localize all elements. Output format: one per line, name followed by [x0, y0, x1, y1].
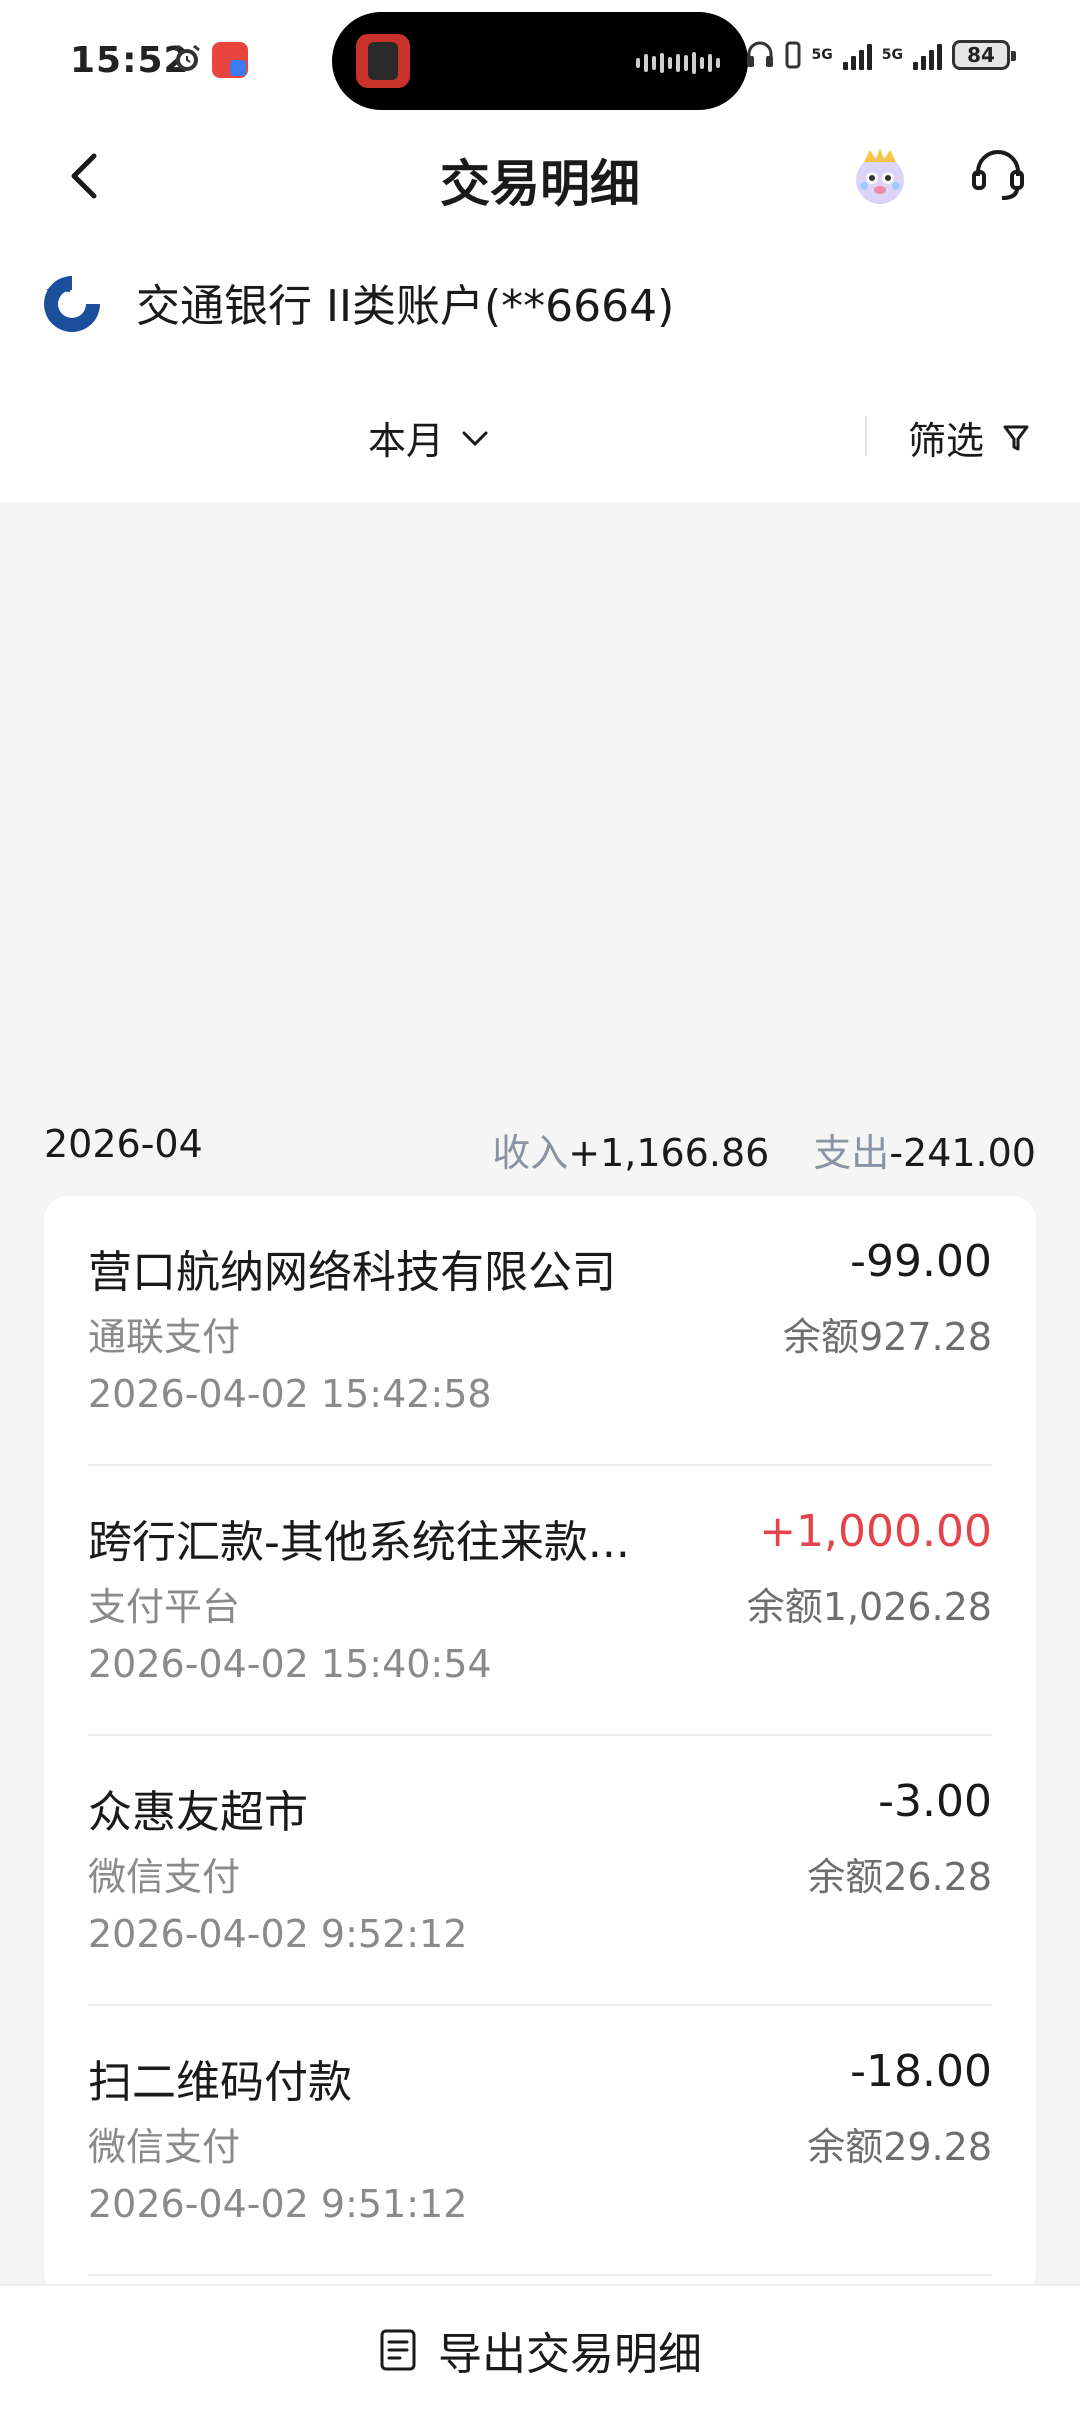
transaction-balance: 余额26.28	[807, 1855, 992, 1899]
customer-service-icon[interactable]	[968, 144, 1028, 204]
transaction-title: 众惠友超市	[88, 1787, 308, 1838]
transaction-row[interactable]: 跨行汇款-其他系统往来款... +1,000.00 支付平台 余额1,026.2…	[88, 1466, 992, 1736]
headphones-icon	[746, 41, 773, 67]
filter-label: 筛选	[908, 419, 985, 463]
filter-funnel-icon	[1003, 425, 1029, 450]
page-title: 交易明细	[440, 155, 640, 213]
expense-label: 支出	[813, 1131, 890, 1175]
expense-value: -241.00	[889, 1131, 1036, 1175]
transaction-list: 营口航纳网络科技有限公司 -99.00 通联支付 余额927.28 2026-0…	[44, 1196, 1036, 2296]
transaction-channel: 微信支付	[88, 2125, 241, 2169]
transaction-row[interactable]: 营口航纳网络科技有限公司 -99.00 通联支付 余额927.28 2026-0…	[88, 1196, 992, 1466]
account-row[interactable]: 交通银行 II类账户(**6664)	[0, 230, 1080, 370]
export-button[interactable]: 导出交易明细	[0, 2318, 1080, 2382]
transaction-time: 2026-04-02 9:52:12	[88, 1912, 468, 1956]
filter-button[interactable]: 筛选	[908, 410, 1030, 465]
vibrate-icon	[785, 41, 801, 69]
transaction-channel: 通联支付	[88, 1315, 241, 1359]
system-icons: 5G 5G 84	[746, 40, 1016, 70]
transaction-time: 2026-04-02 15:40:54	[88, 1642, 492, 1686]
income-label: 收入	[492, 1131, 569, 1175]
divider	[88, 2274, 992, 2276]
battery-icon: 84	[952, 40, 1016, 70]
transaction-amount: -99.00	[850, 1236, 992, 1287]
transaction-title: 跨行汇款-其他系统往来款...	[88, 1517, 630, 1568]
expense-total: 支出-241.00	[813, 1122, 1036, 1177]
filter-bar: 本月 筛选	[0, 370, 1080, 502]
transaction-amount: -18.00	[850, 2046, 992, 2097]
battery-level: 84	[967, 43, 995, 67]
period-dropdown[interactable]: 本月	[368, 410, 490, 465]
bank-logo-icon	[44, 276, 100, 332]
signal-type-1: 5G	[811, 47, 833, 63]
transaction-balance: 余额29.28	[807, 2125, 992, 2169]
alarm-icon	[174, 44, 200, 71]
account-name: 交通银行 II类账户(**6664)	[136, 281, 675, 332]
transaction-balance: 余额927.28	[783, 1315, 992, 1359]
export-label: 导出交易明细	[438, 2329, 702, 2380]
audio-wave-icon	[636, 52, 720, 74]
divider	[865, 416, 867, 456]
transaction-row[interactable]: 众惠友超市 -3.00 微信支付 余额26.28 2026-04-02 9:52…	[88, 1736, 992, 2006]
signal-bars-icon	[842, 40, 872, 70]
transaction-title: 扫二维码付款	[88, 2057, 352, 2108]
summary-month: 2026-04	[44, 1122, 203, 1166]
transaction-title: 营口航纳网络科技有限公司	[88, 1247, 616, 1298]
income-total: 收入+1,166.86	[492, 1122, 769, 1177]
signal-type-2: 5G	[881, 47, 903, 63]
transaction-time: 2026-04-02 15:42:58	[88, 1372, 492, 1416]
transaction-amount: -3.00	[878, 1776, 992, 1827]
nav-header: 交易明细	[0, 120, 1080, 230]
month-summary: 2026-04 收入+1,166.86 支出-241.00	[0, 1118, 1080, 1177]
summary-totals: 收入+1,166.86 支出-241.00	[492, 1122, 1036, 1177]
mascot-icon[interactable]	[850, 146, 910, 206]
document-icon	[380, 2329, 416, 2371]
period-label: 本月	[368, 419, 445, 463]
notification-app-icon	[212, 42, 248, 78]
chevron-down-icon	[462, 431, 488, 446]
bottom-bar: 导出交易明细	[0, 2284, 1080, 2412]
transaction-row[interactable]: 扫二维码付款 -18.00 微信支付 余额29.28 2026-04-02 9:…	[88, 2006, 992, 2276]
dynamic-island[interactable]	[332, 12, 748, 110]
status-bar: 15:52 5G 5G 84	[0, 0, 1080, 120]
signal-bars-icon	[913, 40, 942, 70]
transaction-balance: 余额1,026.28	[746, 1585, 992, 1629]
music-app-icon	[356, 34, 410, 88]
transaction-channel: 微信支付	[88, 1855, 241, 1899]
income-value: +1,166.86	[568, 1131, 770, 1175]
transaction-time: 2026-04-02 9:51:12	[88, 2182, 468, 2226]
transaction-channel: 支付平台	[88, 1585, 241, 1629]
transaction-amount: +1,000.00	[759, 1506, 992, 1557]
